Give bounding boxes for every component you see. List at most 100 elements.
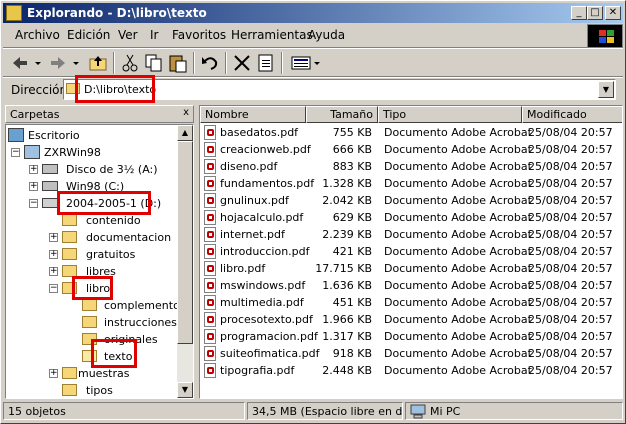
menu-archivo[interactable]: Archivo <box>15 28 60 42</box>
pdf-file-icon <box>204 176 216 191</box>
tree-scrollbar[interactable]: ▲ ▼ <box>177 125 193 398</box>
folder-icon <box>62 231 77 243</box>
close-icon[interactable]: x <box>183 107 189 118</box>
cdrom-icon <box>42 198 58 208</box>
collapse-icon[interactable]: − <box>11 148 20 157</box>
file-row[interactable]: diseno.pdf 883 KB Documento Adobe Acrobat 2… <box>200 158 622 175</box>
file-row[interactable]: libro.pdf 17.715 KB Documento Adobe Acroba… <box>200 260 622 277</box>
file-row[interactable]: introduccion.pdf 421 KB Documento Adobe Ac… <box>200 243 622 260</box>
paste-icon[interactable] <box>167 52 189 74</box>
pdf-file-icon <box>204 261 216 276</box>
explorer-window: Explorando - D:\libro\texto _ □ ✕ Archiv… <box>0 0 626 424</box>
folders-pane-header: Carpetas x <box>5 105 194 123</box>
collapse-icon[interactable]: − <box>29 199 38 208</box>
file-row[interactable]: multimedia.pdf 451 KB Documento Adobe Acro… <box>200 294 622 311</box>
delete-icon[interactable] <box>231 52 253 74</box>
status-bar: 15 objetos 34,5 MB (Espacio libre en dis… <box>3 401 623 421</box>
expand-icon[interactable]: + <box>29 165 38 174</box>
pdf-file-icon <box>204 278 216 293</box>
desktop-icon <box>8 128 24 142</box>
column-header-type[interactable]: Tipo <box>378 106 522 123</box>
toolbar-separator <box>193 52 195 74</box>
windows-logo-icon <box>587 24 623 48</box>
expand-icon[interactable]: + <box>49 233 58 242</box>
pdf-file-icon <box>204 159 216 174</box>
pdf-file-icon <box>204 210 216 225</box>
computer-icon <box>24 145 40 159</box>
properties-icon[interactable] <box>255 52 277 74</box>
column-header-name[interactable]: Nombre <box>200 106 306 123</box>
close-button[interactable]: ✕ <box>605 6 621 20</box>
status-location: Mi PC <box>405 402 623 420</box>
maximize-button[interactable]: □ <box>587 6 603 20</box>
texto-highlight-box <box>91 339 137 368</box>
folder-icon <box>62 367 77 379</box>
file-row[interactable]: creacionweb.pdf 666 KB Documento Adobe Acr… <box>200 141 622 158</box>
toolbar-separator <box>281 52 283 74</box>
copy-icon[interactable] <box>143 52 165 74</box>
menu-edicion[interactable]: Edición <box>67 28 110 42</box>
menu-ir[interactable]: Ir <box>150 28 158 42</box>
folder-icon <box>82 299 97 311</box>
folder-icon <box>62 248 77 260</box>
address-dropdown-button[interactable]: ▼ <box>598 81 614 98</box>
expand-icon[interactable]: + <box>29 182 38 191</box>
folder-icon <box>82 316 97 328</box>
menu-favoritos[interactable]: Favoritos <box>172 28 226 42</box>
file-row[interactable]: internet.pdf 2.239 KB Documento Adobe Acro… <box>200 226 622 243</box>
scroll-up-icon[interactable]: ▲ <box>177 125 193 141</box>
views-icon[interactable] <box>289 52 323 74</box>
folder-icon <box>6 5 22 21</box>
expand-icon[interactable]: + <box>49 267 58 276</box>
folder-icon <box>62 384 77 396</box>
collapse-icon[interactable]: − <box>49 284 58 293</box>
undo-icon[interactable] <box>199 52 221 74</box>
pdf-file-icon <box>204 193 216 208</box>
menu-divider <box>3 47 623 49</box>
floppy-icon <box>42 164 58 174</box>
cut-icon[interactable] <box>119 52 141 74</box>
scroll-thumb[interactable] <box>177 141 193 344</box>
pdf-file-icon <box>204 346 216 361</box>
folder-icon <box>62 214 77 226</box>
computer-icon <box>410 404 426 419</box>
drive-icon <box>42 181 58 191</box>
file-row[interactable]: mswindows.pdf 1.636 KB Documento Adobe Acr… <box>200 277 622 294</box>
file-row[interactable]: gnulinux.pdf 2.042 KB Documento Adobe Acro… <box>200 192 622 209</box>
up-folder-icon[interactable] <box>87 52 109 74</box>
back-icon[interactable] <box>9 52 31 74</box>
menu-bar: Archivo Edición Ver Ir Favoritos Herrami… <box>3 25 583 45</box>
pdf-file-icon <box>204 363 216 378</box>
pdf-file-icon <box>204 329 216 344</box>
column-header-size[interactable]: Tamaño <box>306 106 378 123</box>
toolbar <box>3 50 623 76</box>
minimize-button[interactable]: _ <box>571 6 587 20</box>
status-count: 15 objetos <box>3 402 245 420</box>
toolbar-separator <box>225 52 227 74</box>
file-row[interactable]: procesotexto.pdf 1.966 KB Documento Adobe … <box>200 311 622 328</box>
file-row[interactable]: tipografia.pdf 2.448 KB Documento Adobe Ac… <box>200 362 622 379</box>
column-header-modified[interactable]: Modificado <box>522 106 622 123</box>
title-bar[interactable]: Explorando - D:\libro\texto _ □ ✕ <box>3 3 623 23</box>
scroll-down-icon[interactable]: ▼ <box>177 382 193 398</box>
file-row[interactable]: fundamentos.pdf 1.328 KB Documento Adobe A… <box>200 175 622 192</box>
file-row[interactable]: basedatos.pdf 755 KB Documento Adobe Acrob… <box>200 124 622 141</box>
folders-pane-title: Carpetas <box>10 108 60 121</box>
address-label: Dirección <box>11 83 68 97</box>
address-highlight-box <box>75 75 155 103</box>
file-row[interactable]: hojacalculo.pdf 629 KB Documento Adobe Acr… <box>200 209 622 226</box>
libro-highlight-box <box>72 276 113 300</box>
menu-ayuda[interactable]: Ayuda <box>308 28 345 42</box>
pdf-file-icon <box>204 125 216 140</box>
expand-icon[interactable]: + <box>49 369 58 378</box>
file-row[interactable]: programacion.pdf 1.317 KB Documento Adobe … <box>200 328 622 345</box>
expand-icon[interactable]: + <box>49 250 58 259</box>
forward-icon[interactable] <box>47 52 69 74</box>
pdf-file-icon <box>204 227 216 242</box>
menu-ver[interactable]: Ver <box>118 28 138 42</box>
pdf-file-icon <box>204 142 216 157</box>
menu-herramientas[interactable]: Herramientas <box>231 28 313 42</box>
pdf-file-icon <box>204 244 216 259</box>
file-row[interactable]: suiteofimatica.pdf 918 KB Documento Adobe … <box>200 345 622 362</box>
pdf-file-icon <box>204 312 216 327</box>
